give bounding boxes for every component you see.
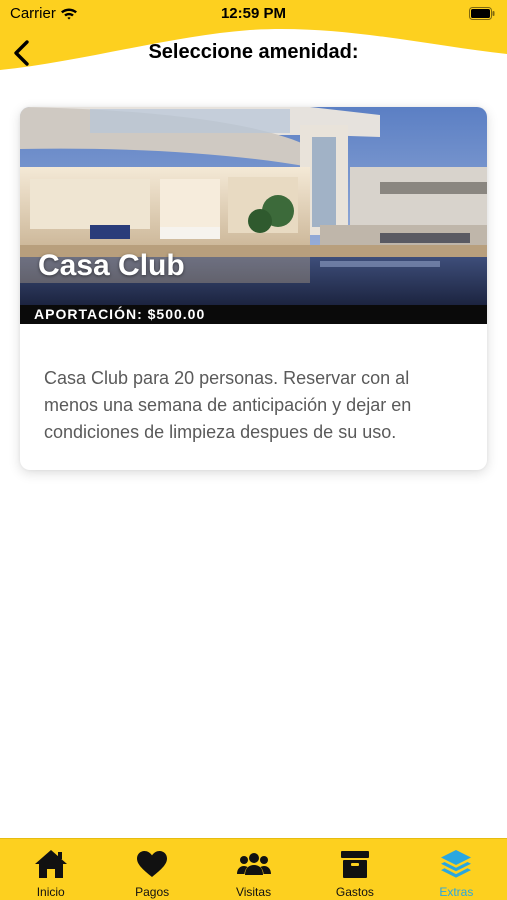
amenity-name: Casa Club (38, 249, 185, 282)
tab-visitas[interactable]: Visitas (203, 839, 304, 900)
tab-label: Extras (439, 885, 474, 899)
tab-pagos[interactable]: Pagos (101, 839, 202, 900)
tab-label: Inicio (36, 885, 65, 899)
layers-icon (441, 850, 472, 878)
amenity-card[interactable]: Casa Club APORTACIÓN: $500.00 Casa Club … (20, 107, 487, 470)
amenity-description: Casa Club para 20 personas. Reservar con… (44, 368, 412, 442)
status-bar: Carrier 12:59 PM (0, 0, 507, 28)
tab-label: Pagos (135, 885, 170, 899)
archive-box-icon (340, 851, 369, 878)
tab-extras[interactable]: Extras (406, 839, 507, 900)
clock: 12:59 PM (220, 5, 287, 22)
heart-icon (137, 851, 168, 877)
home-icon (34, 850, 67, 878)
price-label: APORTACIÓN: $500.00 (20, 305, 487, 324)
battery-icon (469, 7, 495, 20)
tab-label: Gastos (335, 885, 374, 899)
tab-bar: Inicio Pagos Visitas Gastos Extras (0, 838, 507, 900)
header: Carrier 12:59 PM Seleccione amenidad: (0, 0, 507, 80)
tab-label: Visitas (235, 885, 272, 899)
tab-inicio[interactable]: Inicio (0, 839, 101, 900)
tab-gastos[interactable]: Gastos (304, 839, 405, 900)
page-title: Seleccione amenidad: (148, 41, 359, 63)
users-icon (236, 853, 271, 875)
